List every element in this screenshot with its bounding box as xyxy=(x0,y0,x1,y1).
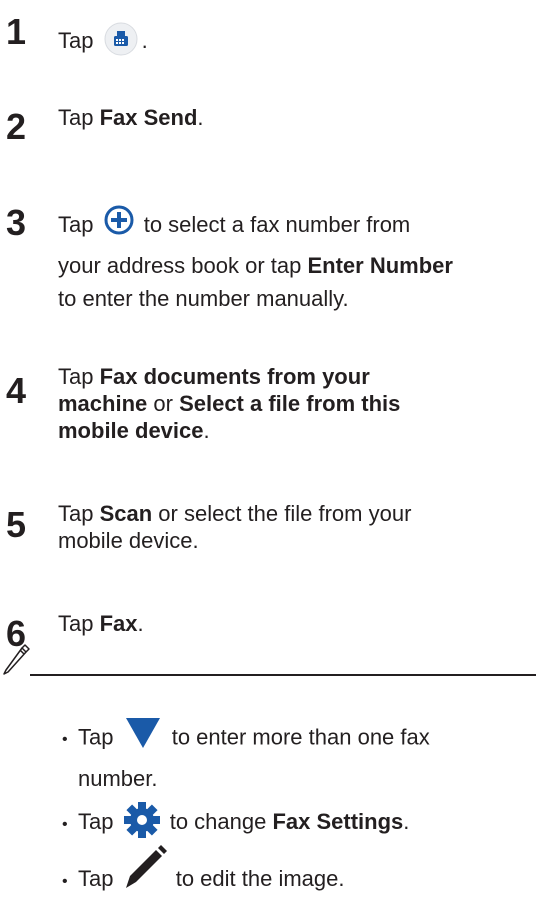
gear-icon xyxy=(122,800,162,846)
bold-text: Fax Send xyxy=(99,105,198,130)
text-line: Tap Scan or select the file from your xyxy=(58,500,538,527)
text-line: • Tap to enter more than one fax xyxy=(62,714,430,763)
bold-text: mobile device xyxy=(58,418,204,443)
text-line: mobile device. xyxy=(58,417,538,444)
plus-circle-icon xyxy=(104,205,134,247)
text-span: Tap xyxy=(58,105,100,130)
text-span: . xyxy=(197,105,204,130)
note-item: • Tap to enter more than one fax number. xyxy=(62,714,430,795)
text-span: Tap xyxy=(78,865,120,891)
bold-text: Fax Settings xyxy=(272,808,404,834)
bullet-dot: • xyxy=(62,815,68,833)
text-span: Tap xyxy=(78,724,120,750)
text-line: number. xyxy=(78,766,158,791)
step-number: 3 xyxy=(6,202,27,243)
step-number: 4 xyxy=(6,370,27,411)
text-span: . xyxy=(137,611,144,636)
bold-text: Fax documents from your xyxy=(99,364,370,389)
step-number: 2 xyxy=(6,106,27,147)
triangle-down-icon xyxy=(124,714,162,763)
text-span: or select the file from your xyxy=(152,501,412,526)
text-span: Tap xyxy=(58,364,100,389)
text-span: to edit the image. xyxy=(169,865,345,891)
text-span: Tap xyxy=(78,808,120,834)
bold-text: Select a file from this xyxy=(179,391,401,416)
text-span: to enter more than one fax xyxy=(165,724,430,750)
note-item: • Tap to change Fax Settings. xyxy=(62,800,409,846)
text-line: to enter the number manually. xyxy=(58,286,349,311)
note-item: • Tap to edit the image. xyxy=(62,845,345,906)
text-span: Tap xyxy=(58,611,100,636)
text-line: Tap to select a fax number from xyxy=(58,205,538,247)
bold-text: machine xyxy=(58,391,148,416)
step-text: Tap Fax documents from your machine or S… xyxy=(58,363,538,444)
step-number: 5 xyxy=(6,504,27,545)
step-text: Tap to select a fax number from your add… xyxy=(58,205,538,312)
bold-text: Fax xyxy=(99,611,138,636)
pencil-note-icon xyxy=(0,640,32,681)
text-span: Tap xyxy=(58,501,100,526)
bullet-dot: • xyxy=(62,731,68,749)
step-text: Tap . xyxy=(58,22,538,62)
text-span: to select a fax number from xyxy=(137,211,411,237)
step-text: Tap Fax. xyxy=(58,610,538,637)
pencil-icon xyxy=(122,844,168,896)
text-span: your address book or tap xyxy=(58,253,308,278)
step-text: Tap Fax Send. xyxy=(58,104,538,131)
text-span: . xyxy=(203,418,210,443)
text-span: Tap xyxy=(58,211,100,237)
note-divider xyxy=(30,674,536,676)
bullet-dot: • xyxy=(62,872,68,890)
text-line: machine or Select a file from this xyxy=(58,390,538,417)
text-line: mobile device. xyxy=(58,528,199,553)
step-number: 1 xyxy=(6,11,27,52)
text-line: your address book or tap Enter Number xyxy=(58,247,538,285)
fax-app-icon xyxy=(104,22,138,62)
text-span: . xyxy=(403,808,410,834)
text-span: or xyxy=(147,391,180,416)
text-span: Tap xyxy=(58,27,100,53)
bold-text: Enter Number xyxy=(307,253,453,278)
text-line: Tap Fax documents from your xyxy=(58,363,538,390)
text-span: to change xyxy=(163,808,273,834)
step-text: Tap Scan or select the file from your mo… xyxy=(58,500,538,554)
text-span: . xyxy=(141,27,148,53)
bold-text: Scan xyxy=(99,501,153,526)
